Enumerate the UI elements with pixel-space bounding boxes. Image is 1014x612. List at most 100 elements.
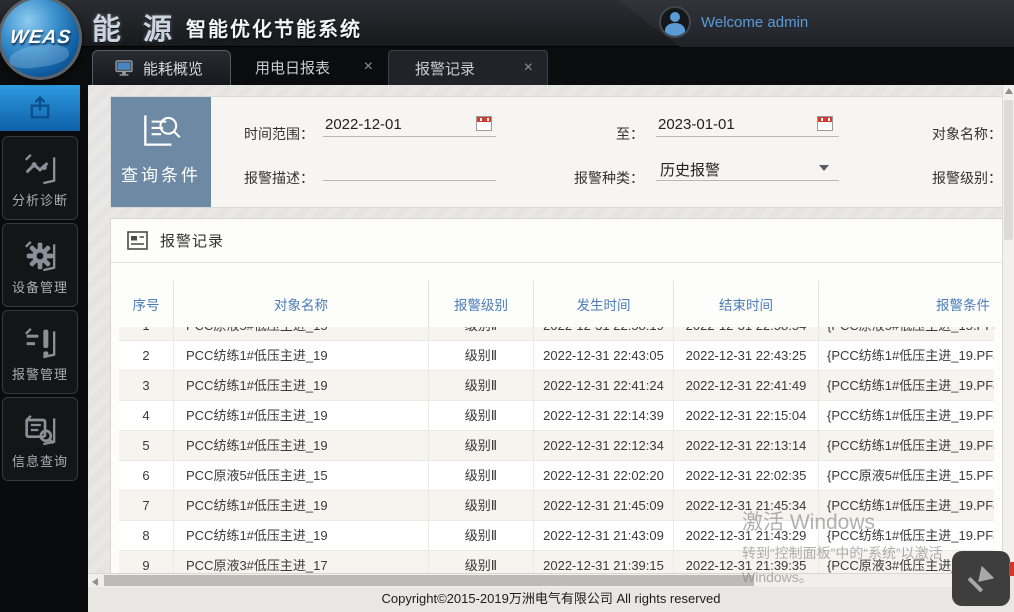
table-row[interactable]: 9PCC原液3#低压主进_17级别Ⅱ2022-12-31 21:39:15202… [119, 551, 994, 574]
table-cell: 2022-12-31 21:45:34 [674, 491, 819, 520]
time-from-input[interactable] [323, 113, 496, 137]
table-row[interactable]: 4PCC纺练1#低压主进_19级别Ⅱ2022-12-31 22:14:39202… [119, 401, 994, 431]
sidebar-item-label: 设备管理 [12, 277, 68, 296]
alarm-records-panel: 报警记录 序号 对象名称 报警级别 发生时间 结束时间 报警条件 1PCC原液5… [110, 218, 1003, 574]
tab-alarm-records-active[interactable]: 报警记录 × [388, 50, 548, 85]
alarm-desc-input[interactable] [323, 157, 496, 181]
alarm-table-body: 1PCC原液5#低压主进_15级别Ⅱ2022-12-31 22:58:19202… [119, 327, 994, 574]
tab-energy-overview[interactable]: 能耗概览 [92, 50, 231, 85]
table-cell: {PCC原液5#低压主进_15.PFav}<0.9 [819, 461, 994, 490]
column-header[interactable]: 报警条件 [819, 281, 994, 327]
column-header[interactable]: 对象名称 [174, 281, 429, 327]
table-row[interactable]: 7PCC纺练1#低压主进_19级别Ⅱ2022-12-31 21:45:09202… [119, 491, 994, 521]
table-cell: {PCC原液5#低压主进_15.PFav}<0.9 [819, 327, 994, 340]
welcome-text[interactable]: Welcome admin [701, 14, 808, 31]
table-cell: 5 [119, 431, 174, 460]
column-header[interactable]: 结束时间 [674, 281, 819, 327]
table-cell: 级别Ⅱ [429, 521, 534, 550]
alarm-desc-label: 报警描述： [209, 168, 314, 188]
corner-skip-button[interactable] [952, 551, 1010, 606]
table-row[interactable]: 3PCC纺练1#低压主进_19级别Ⅱ2022-12-31 22:41:24202… [119, 371, 994, 401]
table-cell: 2022-12-31 22:41:49 [674, 371, 819, 400]
table-cell: 级别Ⅱ [429, 491, 534, 520]
table-cell: PCC原液3#低压主进_17 [174, 551, 429, 574]
vertical-scroll-thumb[interactable] [1004, 100, 1013, 240]
table-cell: 级别Ⅱ [429, 551, 534, 574]
column-header[interactable]: 序号 [119, 281, 174, 327]
skip-icon [968, 565, 995, 592]
table-cell: 2022-12-31 22:02:35 [674, 461, 819, 490]
sidebar-item-label: 报警管理 [12, 364, 68, 383]
vertical-scrollbar[interactable] [1002, 85, 1014, 573]
scroll-up-arrow-icon[interactable] [1005, 88, 1013, 94]
table-cell: 1 [119, 327, 174, 340]
table-cell: PCC纺练1#低压主进_19 [174, 521, 429, 550]
alarm-type-label: 报警种类： [569, 168, 644, 188]
calendar-icon[interactable] [476, 116, 492, 131]
alarm-level-label: 报警级别： [927, 168, 1002, 188]
table-row[interactable]: 5PCC纺练1#低压主进_19级别Ⅱ2022-12-31 22:12:34202… [119, 431, 994, 461]
table-cell: 8 [119, 521, 174, 550]
table-cell: 9 [119, 551, 174, 574]
query-conditions-block: 查询条件 [111, 97, 211, 207]
user-avatar-icon[interactable] [659, 6, 691, 38]
to-label: 至： [591, 124, 644, 144]
table-row[interactable]: 1PCC原液5#低压主进_15级别Ⅱ2022-12-31 22:58:19202… [119, 327, 994, 341]
document-search-icon [20, 410, 60, 450]
table-cell: 级别Ⅱ [429, 461, 534, 490]
table-cell: {PCC纺练1#低压主进_19.PFav}<0.9 [819, 521, 994, 550]
table-cell: 2022-12-31 22:43:05 [534, 341, 674, 370]
table-cell: 2 [119, 341, 174, 370]
footer-copyright: Copyright©2015-2019万洲电气有限公司 All rights r… [88, 587, 1014, 612]
tab-label: 报警记录 [415, 58, 475, 79]
chart-pulse-icon [20, 149, 60, 189]
table-row[interactable]: 2PCC纺练1#低压主进_19级别Ⅱ2022-12-31 22:43:05202… [119, 341, 994, 371]
sidebar-item-alarm-management[interactable]: 报警管理 [2, 310, 78, 394]
table-scroll-viewport[interactable]: 1PCC原液5#低压主进_15级别Ⅱ2022-12-31 22:58:19202… [119, 327, 994, 574]
table-row[interactable]: 8PCC纺练1#低压主进_19级别Ⅱ2022-12-31 21:43:09202… [119, 521, 994, 551]
calendar-icon[interactable] [817, 116, 833, 131]
sidebar-item-analysis[interactable]: 分析诊断 [2, 136, 78, 220]
horizontal-scrollbar[interactable] [88, 573, 1002, 587]
table-cell: PCC纺练1#低压主进_19 [174, 491, 429, 520]
sidebar-item-label: 分析诊断 [12, 190, 68, 209]
table-cell: 2022-12-31 21:39:15 [534, 551, 674, 574]
table-cell: 2022-12-31 21:43:29 [674, 521, 819, 550]
table-cell: PCC纺练1#低压主进_19 [174, 371, 429, 400]
weas-logo-text: WEAS [8, 27, 72, 49]
sidebar-item-label: 信息查询 [12, 451, 68, 470]
table-cell: 2022-12-31 22:43:25 [674, 341, 819, 370]
table-cell: 级别Ⅱ [429, 431, 534, 460]
share-export-icon [26, 94, 54, 122]
table-cell: 3 [119, 371, 174, 400]
tab-label: 用电日报表 [255, 57, 330, 78]
table-cell: 2022-12-31 22:13:14 [674, 431, 819, 460]
column-header[interactable]: 报警级别 [429, 281, 534, 327]
table-row[interactable]: 6PCC原液5#低压主进_15级别Ⅱ2022-12-31 22:02:20202… [119, 461, 994, 491]
table-cell: 2022-12-31 22:58:54 [674, 327, 819, 340]
tab-label: 能耗概览 [143, 58, 203, 79]
close-icon[interactable]: × [524, 59, 533, 77]
sidebar-item-info-query[interactable]: 信息查询 [2, 397, 78, 481]
sidebar-item-device-management[interactable]: 设备管理 [2, 223, 78, 307]
page-title: 智能优化节能系统 [186, 13, 362, 42]
sidebar-item-home-active[interactable] [0, 85, 80, 131]
table-cell: 2022-12-31 21:43:09 [534, 521, 674, 550]
time-range-label: 时间范围： [209, 124, 314, 144]
table-cell: 级别Ⅱ [429, 327, 534, 340]
alarm-type-select[interactable]: 历史报警 [656, 157, 839, 181]
time-to-input[interactable] [656, 113, 839, 137]
table-cell: 4 [119, 401, 174, 430]
horizontal-scroll-thumb[interactable] [104, 575, 754, 586]
table-cell: 2022-12-31 22:14:39 [534, 401, 674, 430]
brand-logo-text: 能 源 [92, 6, 179, 48]
close-icon[interactable]: × [364, 58, 373, 76]
edge-red-badge-sliver [1009, 562, 1014, 576]
column-header[interactable]: 发生时间 [534, 281, 674, 327]
tab-daily-power-report[interactable]: 用电日报表 × [233, 50, 387, 85]
monitor-icon [115, 60, 133, 76]
query-search-icon [138, 109, 184, 151]
header-bar: 能 源 智能优化节能系统 Welcome admin [0, 0, 1014, 47]
alarm-exclamation-icon [20, 323, 60, 363]
scroll-left-arrow-icon[interactable] [92, 578, 98, 586]
